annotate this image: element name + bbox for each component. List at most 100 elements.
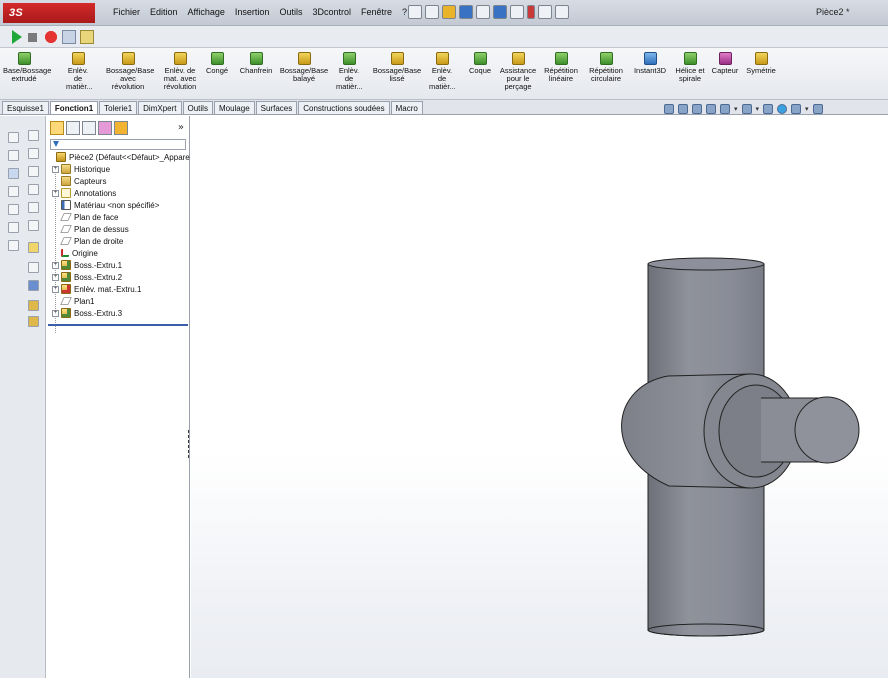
zoom-area-icon[interactable] [678,104,688,114]
sweep-boss-button[interactable]: Bossage/Base balayé [279,52,329,83]
display-style-icon[interactable] [741,104,752,114]
tab-tolerie1[interactable]: Tolerie1 [99,101,138,114]
toolbar-button-14-icon[interactable] [28,242,39,253]
toolbar-button-2-icon[interactable] [28,130,39,141]
revolve-boss-button[interactable]: Bossage/Base avec révolution [106,52,154,91]
save-icon[interactable] [459,5,473,19]
toolbar-button-11-icon[interactable] [8,222,19,233]
toolbar-button-15-icon[interactable] [28,262,39,273]
toolbar-button-4-icon[interactable] [28,148,39,159]
expand-icon[interactable]: + [52,309,59,317]
tab-dimxpert[interactable]: DimXpert [138,101,182,114]
toolbar-button-13-icon[interactable] [8,240,19,251]
filter-input[interactable] [50,139,186,150]
tree-item-enlev-mat-extru-1[interactable]: + Enlèv. mat.-Extru.1 [52,283,141,295]
select-icon[interactable] [510,5,524,19]
run-macro-icon[interactable] [12,30,22,44]
new-document-icon[interactable] [425,5,439,19]
linear-pattern-button[interactable]: Répétition linéaire [541,52,581,83]
apply-scene-icon[interactable] [791,104,802,114]
tree-item-materiau[interactable]: Matériau <non spécifié> [61,199,159,211]
configuration-manager-tab-icon[interactable] [82,121,96,135]
tree-item-plan-de-face[interactable]: Plan de face [60,211,118,223]
toolbar-button-8-icon[interactable] [28,184,39,195]
menu-3dcontrol[interactable]: 3Dcontrol [307,7,356,17]
tree-item-boss-extru-1[interactable]: + Boss.-Extru.1 [52,259,122,271]
menu-edition[interactable]: Edition [145,7,183,17]
dimxpert-tab-icon[interactable] [98,121,112,135]
expand-icon[interactable]: + [52,273,59,281]
extrude-boss-button[interactable]: Base/Bossage extrudé [3,52,51,83]
tab-moulage[interactable]: Moulage [213,101,255,114]
toolbar-button-12-icon[interactable] [28,220,39,231]
instant3d-button[interactable]: Instant3D [628,52,672,75]
toolbar-button-5-icon[interactable] [8,168,19,179]
expand-chevron-icon[interactable]: » [178,122,184,133]
sensor-button[interactable]: Capteur [708,52,742,75]
menu-fichier[interactable]: Fichier [108,7,145,17]
toolbar-button-1-icon[interactable] [8,132,19,143]
record-macro-icon[interactable] [44,30,58,44]
helix-button[interactable]: Hélice et spirale [673,52,707,83]
rollback-bar[interactable] [48,324,188,326]
tab-outils[interactable]: Outils [182,101,213,114]
tree-item-annotations[interactable]: + Annotations [52,187,116,199]
expand-icon[interactable]: + [52,285,59,293]
open-document-icon[interactable] [442,5,456,19]
toolbar-button-9-icon[interactable] [8,204,19,215]
display-manager-tab-icon[interactable] [114,121,128,135]
toolbar-button-6-icon[interactable] [28,166,39,177]
shell-button[interactable]: Coque [466,52,494,75]
edit-macro-icon[interactable] [80,30,94,44]
stop-macro-icon[interactable] [28,33,37,42]
mirror-button[interactable]: Symétrie [744,52,778,75]
loft-cut-button[interactable]: Enlèv. de matièr... [429,52,456,91]
undo-icon[interactable] [493,5,507,19]
menu-fenetre[interactable]: Fenêtre [356,7,397,17]
sweep-cut-button[interactable]: Enlèv. de matièr... [336,52,363,91]
tab-fonction1[interactable]: Fonction1 [49,101,99,114]
toolbar-button-3-icon[interactable] [8,150,19,161]
view-settings-icon[interactable] [812,104,823,114]
dropdown-arrow-icon[interactable]: ▾ [734,105,738,113]
3d-part-model[interactable] [191,116,888,678]
tree-item-boss-extru-3[interactable]: + Boss.-Extru.3 [52,307,122,319]
toolbar-button-18-icon[interactable] [28,316,39,327]
loft-boss-button[interactable]: Bossage/Base lissé [372,52,422,83]
view-orientation-icon[interactable] [720,104,730,114]
tree-item-historique[interactable]: + Historique [52,163,110,175]
tree-item-plan1[interactable]: Plan1 [60,295,94,307]
hole-wizard-button[interactable]: Assistance pour le perçage [496,52,540,91]
tree-item-plan-de-droite[interactable]: Plan de droite [60,235,123,247]
menu-outils[interactable]: Outils [274,7,307,17]
toolbar-button-10-icon[interactable] [28,202,39,213]
toolbar-button-17-icon[interactable] [28,300,39,311]
dropdown-arrow-icon[interactable]: ▾ [756,105,760,113]
file-properties-icon[interactable] [555,5,569,19]
pin-icon[interactable] [408,5,422,19]
expand-icon[interactable]: + [52,261,59,269]
tree-item-plan-de-dessus[interactable]: Plan de dessus [60,223,129,235]
edit-appearance-icon[interactable] [777,104,788,114]
expand-icon[interactable]: + [52,189,59,197]
dropdown-arrow-icon[interactable]: ▾ [805,105,809,113]
tree-item-capteurs[interactable]: Capteurs [61,175,106,187]
tab-macro[interactable]: Macro [390,101,423,114]
rebuild-icon[interactable] [527,5,535,19]
revolve-cut-button[interactable]: Enlèv. de mat. avec révolution [160,52,200,91]
fillet-button[interactable]: Congé [203,52,231,75]
options-icon[interactable] [538,5,552,19]
menu-insertion[interactable]: Insertion [230,7,275,17]
circular-pattern-button[interactable]: Répétition circulaire [584,52,628,83]
tab-esquisse1[interactable]: Esquisse1 [2,101,49,114]
feature-tree-tab-icon[interactable] [50,121,64,135]
toolbar-button-16-icon[interactable] [28,280,39,291]
hide-show-items-icon[interactable] [763,104,774,114]
previous-view-icon[interactable] [692,104,702,114]
chamfer-button[interactable]: Chanfrein [236,52,276,75]
menu-affichage[interactable]: Affichage [183,7,230,17]
zoom-to-fit-icon[interactable] [664,104,674,114]
tree-item-origine[interactable]: Origine [61,247,98,259]
tab-constructions-soudees[interactable]: Constructions soudées [298,101,390,114]
tree-root[interactable]: Pièce2 (Défaut<<Défaut>_Appare [56,151,190,163]
